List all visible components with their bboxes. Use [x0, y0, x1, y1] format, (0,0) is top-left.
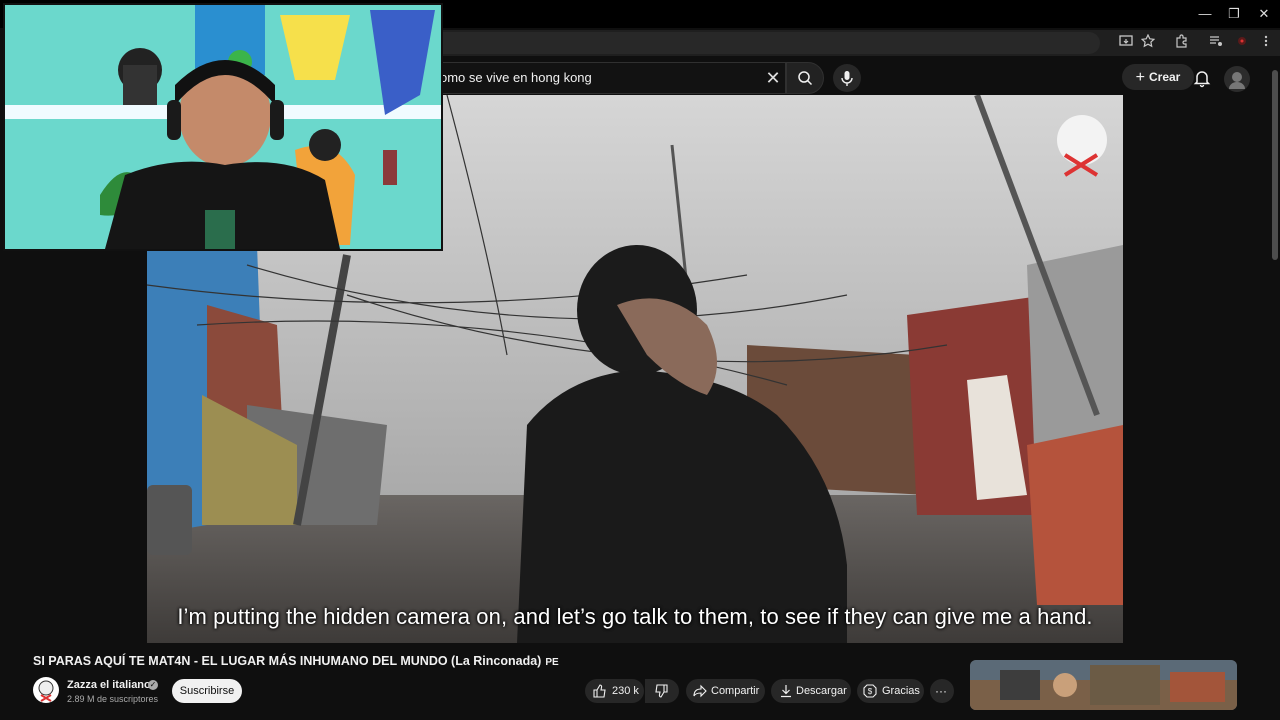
extensions-icon[interactable] [1173, 34, 1191, 52]
thumbs-up-icon [593, 684, 606, 698]
download-label: Descargar [796, 685, 847, 697]
search-button[interactable] [786, 62, 824, 94]
notifications-button[interactable] [1190, 66, 1214, 90]
thanks-label: Gracias [882, 685, 920, 697]
star-icon[interactable] [1139, 33, 1157, 52]
like-count: 230 k [612, 685, 639, 697]
svg-text:$: $ [868, 687, 873, 696]
channel-avatar[interactable] [33, 677, 59, 703]
search-icon [798, 71, 813, 86]
install-icon[interactable] [1117, 34, 1135, 52]
clear-search-icon[interactable]: ✕ [762, 67, 784, 89]
thumbs-down-icon [655, 684, 668, 698]
search-query-text: omo se vive en hong kong [440, 70, 592, 85]
subscriber-count: 2.89 M de suscriptores [67, 694, 159, 704]
webcam-overlay [3, 3, 443, 251]
channel-avatar-icon [38, 680, 54, 702]
create-button[interactable]: + Crear [1122, 64, 1194, 90]
share-button[interactable]: Compartir [686, 679, 765, 703]
download-icon [781, 685, 791, 698]
voice-search-button[interactable] [833, 64, 861, 92]
media-icon[interactable] [1207, 34, 1225, 52]
close-window-button[interactable]: ✕ [1249, 4, 1279, 24]
like-button[interactable]: 230 k [585, 679, 644, 703]
page-scrollbar[interactable] [1271, 62, 1280, 720]
video-title-text: SI PARAS AQUÍ TE MAT4N - EL LUGAR MÁS IN… [33, 654, 542, 668]
video-subtitle: I’m putting the hidden camera on, and le… [177, 604, 1093, 629]
account-avatar[interactable] [1224, 66, 1250, 92]
profile-icon[interactable] [1233, 34, 1251, 52]
plus-icon: + [1135, 69, 1145, 86]
youtube-header: omo se vive en hong kong ✕ + Crear [440, 62, 1280, 94]
thanks-button[interactable]: $ Gracias [857, 679, 924, 703]
more-actions-button[interactable]: ··· [930, 679, 954, 703]
channel-name[interactable]: Zazza el italiano [67, 679, 151, 691]
menu-icon[interactable] [1257, 34, 1275, 52]
download-button[interactable]: Descargar [771, 679, 851, 703]
create-label: Crear [1148, 70, 1181, 84]
bell-icon [1193, 71, 1211, 88]
country-badge: PE [545, 657, 559, 668]
restore-button[interactable]: ❐ [1219, 4, 1249, 24]
browser-toolbar [440, 30, 1280, 56]
share-label: Compartir [711, 685, 760, 697]
avatar-icon [1229, 72, 1245, 89]
verified-icon: ✓ [148, 680, 158, 690]
minimize-button[interactable]: — [1190, 4, 1220, 24]
more-icon: ··· [935, 684, 947, 698]
address-bar[interactable] [440, 32, 1100, 54]
video-title: SI PARAS AQUÍ TE MAT4N - EL LUGAR MÁS IN… [33, 654, 559, 668]
recommended-thumbnail-image [970, 660, 1237, 710]
recommended-video-thumbnail[interactable] [970, 660, 1237, 710]
share-icon [693, 684, 707, 698]
mic-icon [841, 71, 853, 86]
webcam-image [5, 5, 441, 249]
dislike-button[interactable] [645, 679, 679, 703]
scrollbar-thumb[interactable] [1272, 70, 1278, 260]
subscribe-button[interactable]: Suscribirse [172, 679, 242, 703]
thanks-icon: $ [863, 684, 877, 698]
search-input[interactable]: omo se vive en hong kong ✕ [440, 62, 786, 94]
